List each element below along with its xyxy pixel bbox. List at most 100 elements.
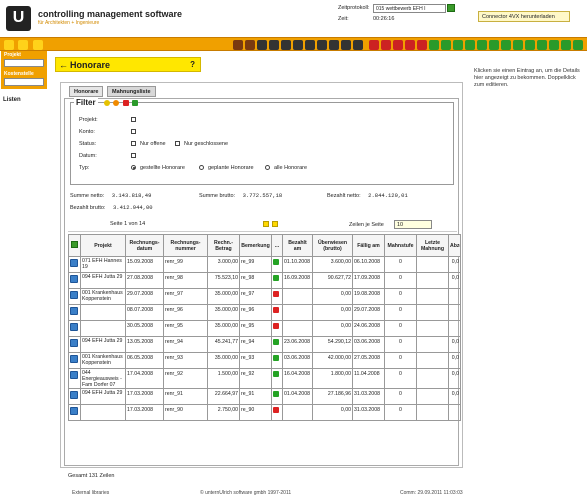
table-row[interactable]: 001 Krankenhaus Koppenstein 29.07.2008 ren…	[68, 288, 461, 305]
toolbar-icon-13[interactable]	[381, 40, 391, 50]
folder-icon[interactable]	[4, 40, 14, 50]
kostenstelle-select[interactable]	[4, 78, 44, 86]
edit-row-icon[interactable]	[70, 323, 78, 331]
toolbar-icon-7[interactable]	[305, 40, 315, 50]
edit-row-icon[interactable]	[70, 407, 78, 416]
toolbar-icon-4[interactable]	[269, 40, 279, 50]
zeitprotokoll-select[interactable]: 015 wettbewerb EFH I	[373, 4, 446, 13]
col-status[interactable]: ...	[271, 234, 283, 257]
col-ueberwiesen[interactable]: Überwiesen (brutto)	[312, 234, 353, 257]
table-row[interactable]: 094 EFH Jutta 29 27.08.2008 renr_98 75.523,…	[68, 272, 461, 289]
typ-alle-radio[interactable]	[265, 165, 270, 170]
toolbar-icon-17[interactable]	[429, 40, 439, 50]
zeitprotokoll-go-icon[interactable]	[447, 4, 455, 12]
per-page-select[interactable]: 10	[394, 220, 432, 229]
filter-add-icon[interactable]	[113, 100, 119, 106]
col-projekt[interactable]: Projekt	[80, 234, 126, 257]
toolbar-icon-29[interactable]	[573, 40, 583, 50]
tab-mahnungsliste[interactable]: Mahnungsliste	[107, 86, 156, 97]
typ-geplante-radio[interactable]	[199, 165, 204, 170]
table-row[interactable]: 30.05.2008 renr_95 35.000,00 re_95 0,00 24.06…	[68, 320, 461, 337]
row-edit-cell[interactable]	[68, 256, 81, 273]
edit-row-icon[interactable]	[70, 339, 78, 347]
toolbar-icon-16[interactable]	[417, 40, 427, 50]
row-edit-cell[interactable]	[68, 336, 81, 353]
toolbar-icon-19[interactable]	[453, 40, 463, 50]
footer-libraries-link[interactable]: External libraries	[72, 490, 109, 496]
last-page-icon[interactable]	[272, 221, 278, 227]
table-row[interactable]: 08.07.2008 renr_96 35.000,00 re_96 0,00 29.07…	[68, 304, 461, 321]
home-icon[interactable]	[18, 40, 28, 50]
row-edit-cell[interactable]	[68, 404, 81, 422]
edit-row-icon[interactable]	[70, 307, 78, 315]
pdf-export-icon[interactable]	[123, 100, 129, 106]
toolbar-icon-20[interactable]	[465, 40, 475, 50]
table-row[interactable]: 094 EFH Jutta 29 17.03.2008 renr_91 22.664,…	[68, 388, 461, 406]
col-abze[interactable]: Abze	[448, 234, 461, 257]
table-row[interactable]: 071 EFH Hannes 19 15.09.2008 renr_99 3.000,…	[68, 256, 461, 273]
edit-row-icon[interactable]	[70, 355, 78, 363]
add-row-cell[interactable]	[68, 234, 81, 257]
check-icon[interactable]	[341, 40, 351, 50]
filter-projekt-checkbox[interactable]	[131, 117, 136, 122]
add-icon[interactable]	[71, 241, 78, 248]
toolbar-icon-8[interactable]	[317, 40, 327, 50]
toolbar-icon-27[interactable]	[549, 40, 559, 50]
toolbar-icon-5[interactable]	[281, 40, 291, 50]
toolbar-icon-28[interactable]	[561, 40, 571, 50]
col-bezahlt-am[interactable]: Bezahlt am	[282, 234, 313, 257]
table-row[interactable]: 094 EFH Jutta 29 13.05.2008 renr_94 45.241,…	[68, 336, 461, 353]
edit-row-icon[interactable]	[70, 275, 78, 283]
col-faellig-am[interactable]: Fällig am	[352, 234, 385, 257]
col-rechnungsnummer[interactable]: Rechnungs-nummer	[163, 234, 208, 257]
table-row[interactable]: 001 Krankenhaus Koppenstein 06.05.2008 ren…	[68, 352, 461, 369]
toolbar-icon-9[interactable]	[329, 40, 339, 50]
toolbar-icon-25[interactable]	[525, 40, 535, 50]
filter-apply-icon[interactable]	[104, 100, 110, 106]
help-button[interactable]: ?	[190, 60, 195, 69]
toolbar-icon-14[interactable]	[393, 40, 403, 50]
toolbar-icon-12[interactable]	[369, 40, 379, 50]
col-betrag[interactable]: Rechn.-Betrag	[207, 234, 240, 257]
row-edit-cell[interactable]	[68, 352, 81, 369]
filter-konto-checkbox[interactable]	[131, 129, 136, 134]
edit-row-icon[interactable]	[70, 259, 78, 267]
toolbar-icon-6[interactable]	[293, 40, 303, 50]
row-edit-cell[interactable]	[68, 304, 81, 321]
filter-nur-offene-checkbox[interactable]	[131, 141, 136, 146]
col-bemerkung[interactable]: Bemerkung	[239, 234, 272, 257]
row-edit-cell[interactable]	[68, 388, 81, 406]
filter-nur-geschlossene-checkbox[interactable]	[175, 141, 180, 146]
toolbar-icon-24[interactable]	[513, 40, 523, 50]
filter-datum-checkbox[interactable]	[131, 153, 136, 158]
row-edit-cell[interactable]	[68, 367, 81, 390]
toolbar-icon-11[interactable]	[353, 40, 363, 50]
back-arrow-icon[interactable]: ←	[59, 60, 68, 70]
listen-link[interactable]: Listen	[3, 97, 21, 103]
toolbar-icon-21[interactable]	[477, 40, 487, 50]
toolbar-icon-1[interactable]	[233, 40, 243, 50]
toolbar-icon-23[interactable]	[501, 40, 511, 50]
toolbar-icon-18[interactable]	[441, 40, 451, 50]
toolbar-icon-26[interactable]	[537, 40, 547, 50]
next-page-icon[interactable]	[263, 221, 269, 227]
toolbar-icon-3[interactable]	[257, 40, 267, 50]
col-rechnungsdatum[interactable]: Rechnungs-datum	[125, 234, 164, 257]
edit-row-icon[interactable]	[70, 391, 78, 400]
col-letzte-mahnung[interactable]: Letzte Mahnung	[416, 234, 449, 257]
toolbar-icon-22[interactable]	[489, 40, 499, 50]
table-row[interactable]: 17.03.2008 renr_90 2.750,00 re_90 0,00 31.03.…	[68, 404, 461, 422]
row-edit-cell[interactable]	[68, 320, 81, 337]
edit-row-icon[interactable]	[70, 371, 78, 379]
row-edit-cell[interactable]	[68, 272, 81, 289]
row-edit-cell[interactable]	[68, 288, 81, 305]
toolbar-icon-2[interactable]	[245, 40, 255, 50]
table-row[interactable]: 044 Energieausweis - Fam Dorfer 07 17.04.…	[68, 367, 461, 390]
edit-row-icon[interactable]	[70, 291, 78, 299]
toolbar-icon-15[interactable]	[405, 40, 415, 50]
tab-honorare[interactable]: Honorare	[69, 86, 104, 97]
typ-gestellte-radio[interactable]	[131, 165, 136, 170]
excel-export-icon[interactable]	[132, 100, 138, 106]
col-mahnstufe[interactable]: Mahnstufe	[384, 234, 417, 257]
connector-download-button[interactable]: Connector 4VX herunterladen	[478, 11, 570, 22]
